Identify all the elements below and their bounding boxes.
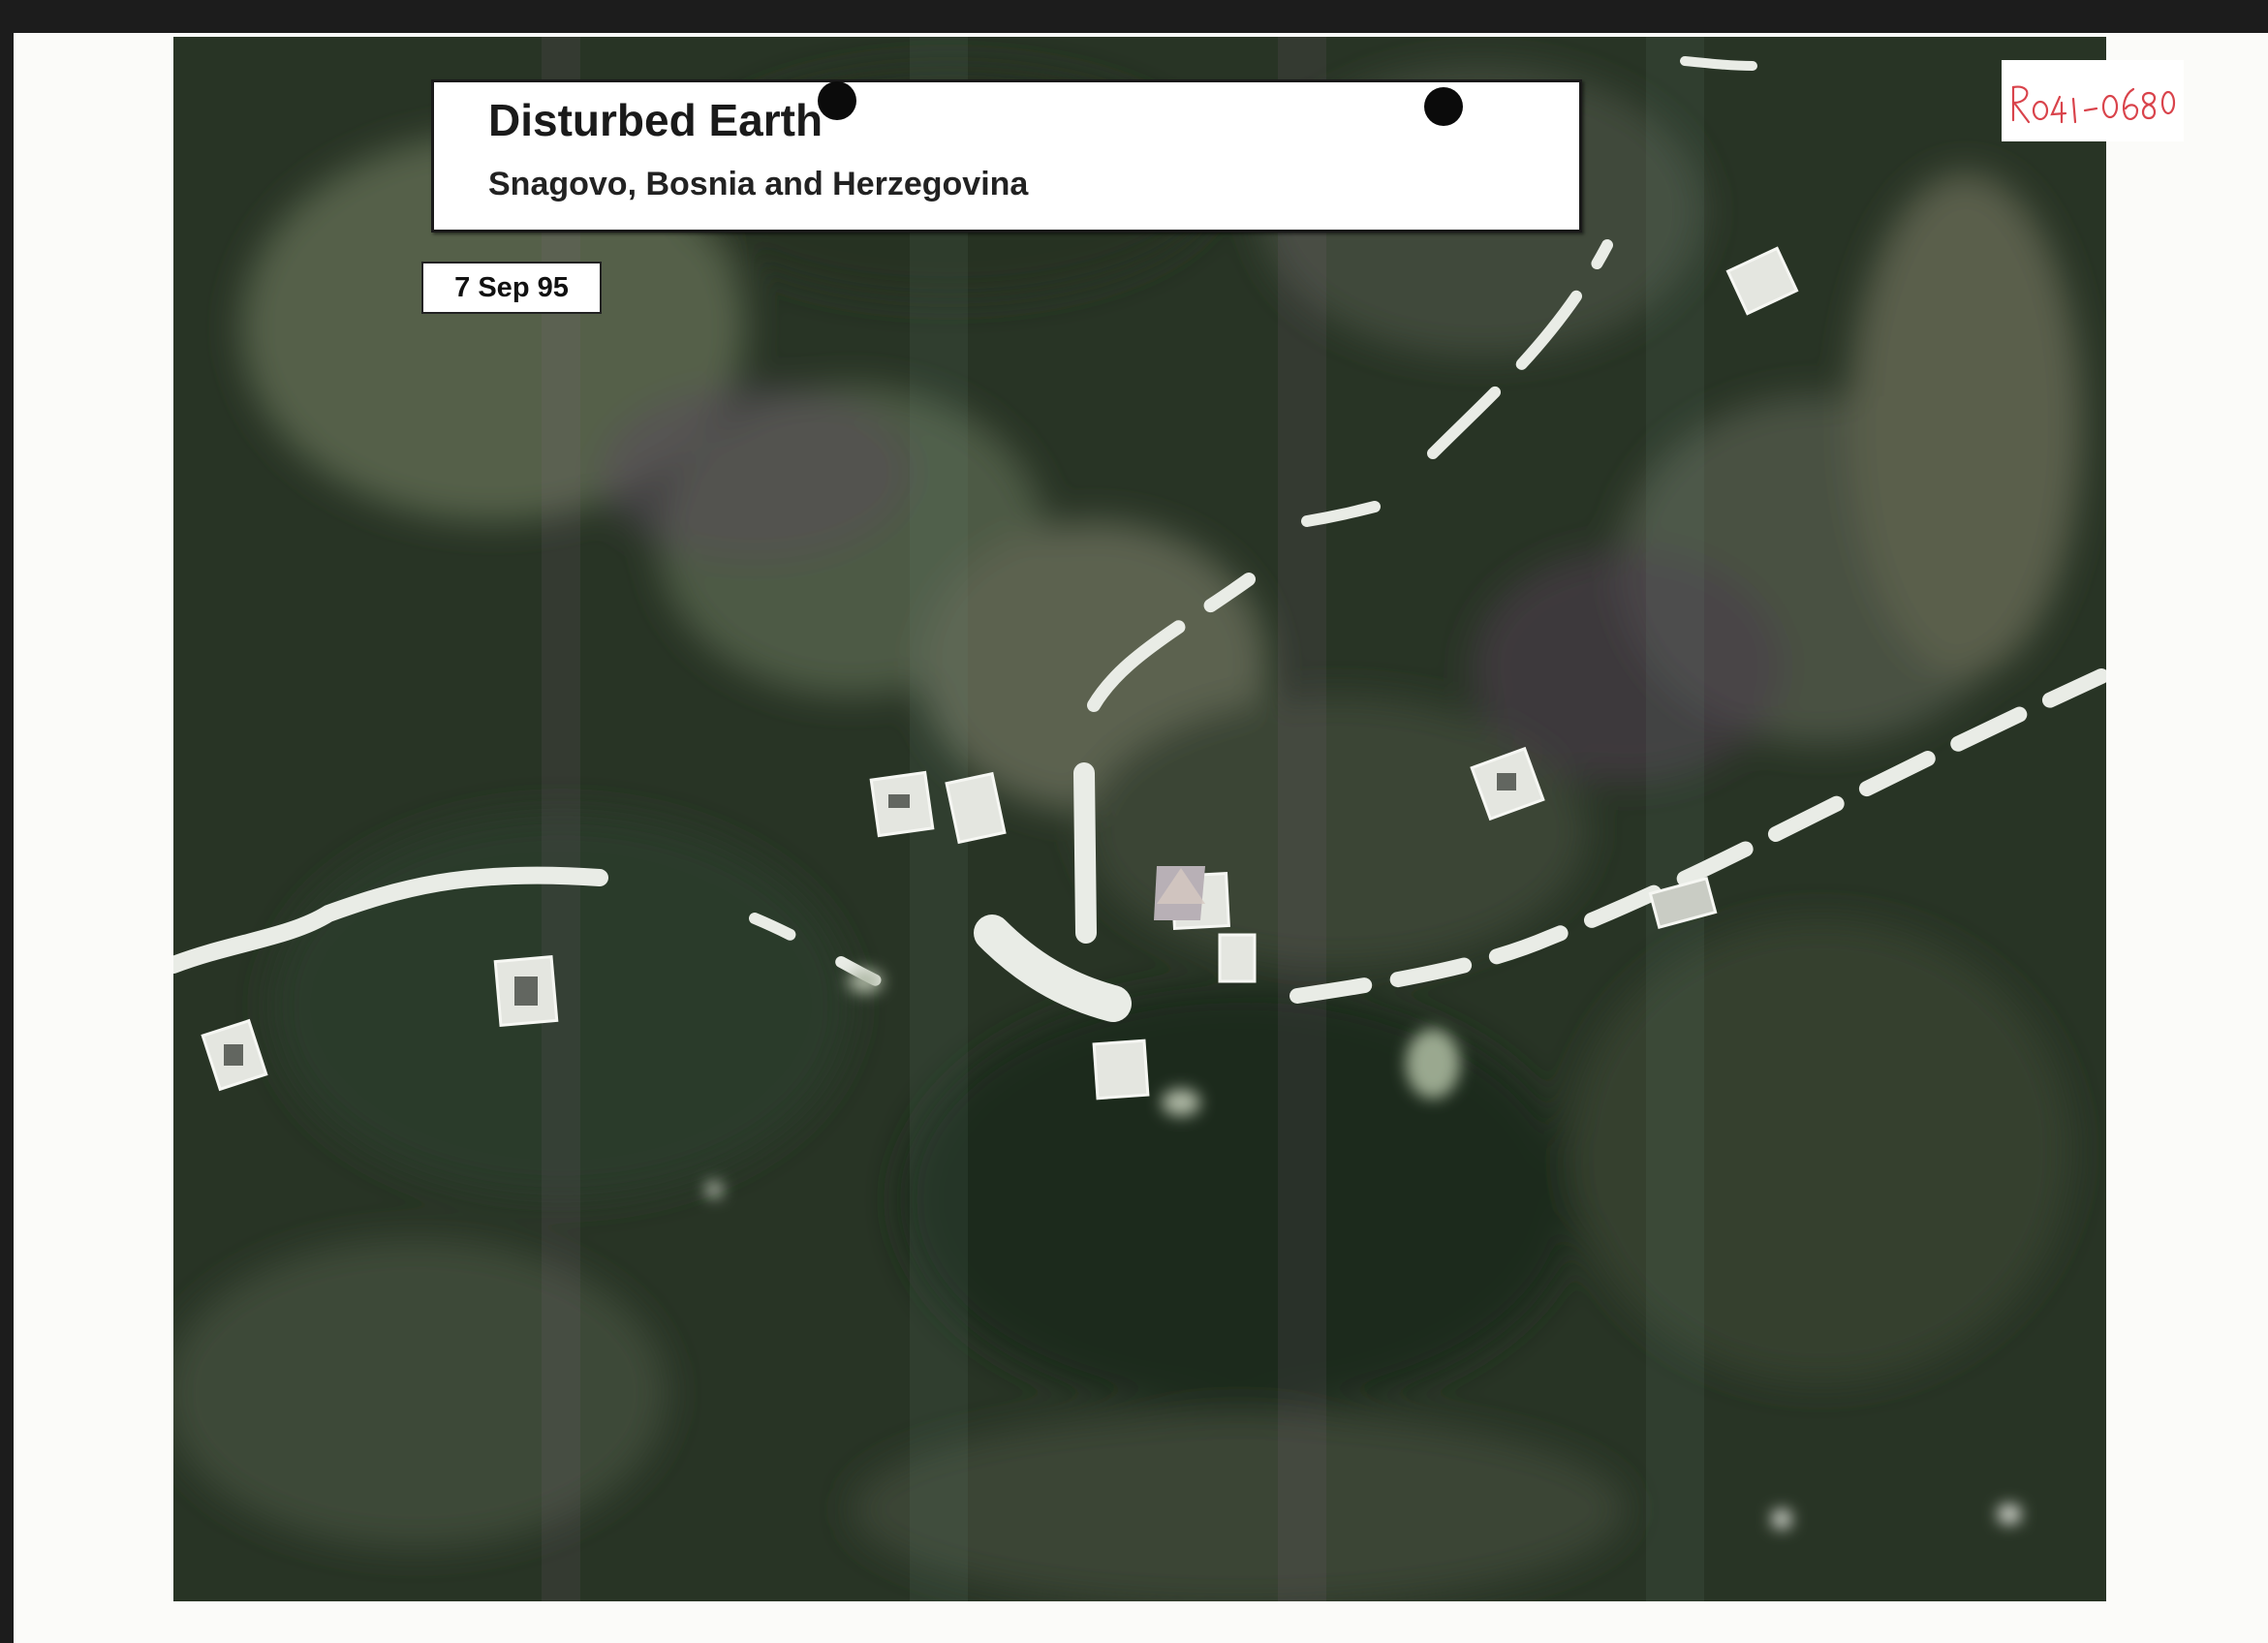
punch-hole bbox=[818, 81, 856, 120]
date-label-box: 7 Sep 95 bbox=[421, 262, 602, 314]
document-title: Disturbed Earth bbox=[488, 95, 823, 145]
handwritten-stamp bbox=[2002, 60, 2184, 141]
document-subtitle: Snagovo, Bosnia and Herzegovina bbox=[488, 166, 1029, 202]
document-page: Disturbed Earth Snagovo, Bosnia and Herz… bbox=[14, 33, 2268, 1643]
date-label: 7 Sep 95 bbox=[454, 272, 569, 303]
punch-hole bbox=[1424, 87, 1463, 126]
title-box: Disturbed Earth Snagovo, Bosnia and Herz… bbox=[431, 79, 1582, 232]
handwritten-stamp-drawing bbox=[2011, 85, 2176, 124]
